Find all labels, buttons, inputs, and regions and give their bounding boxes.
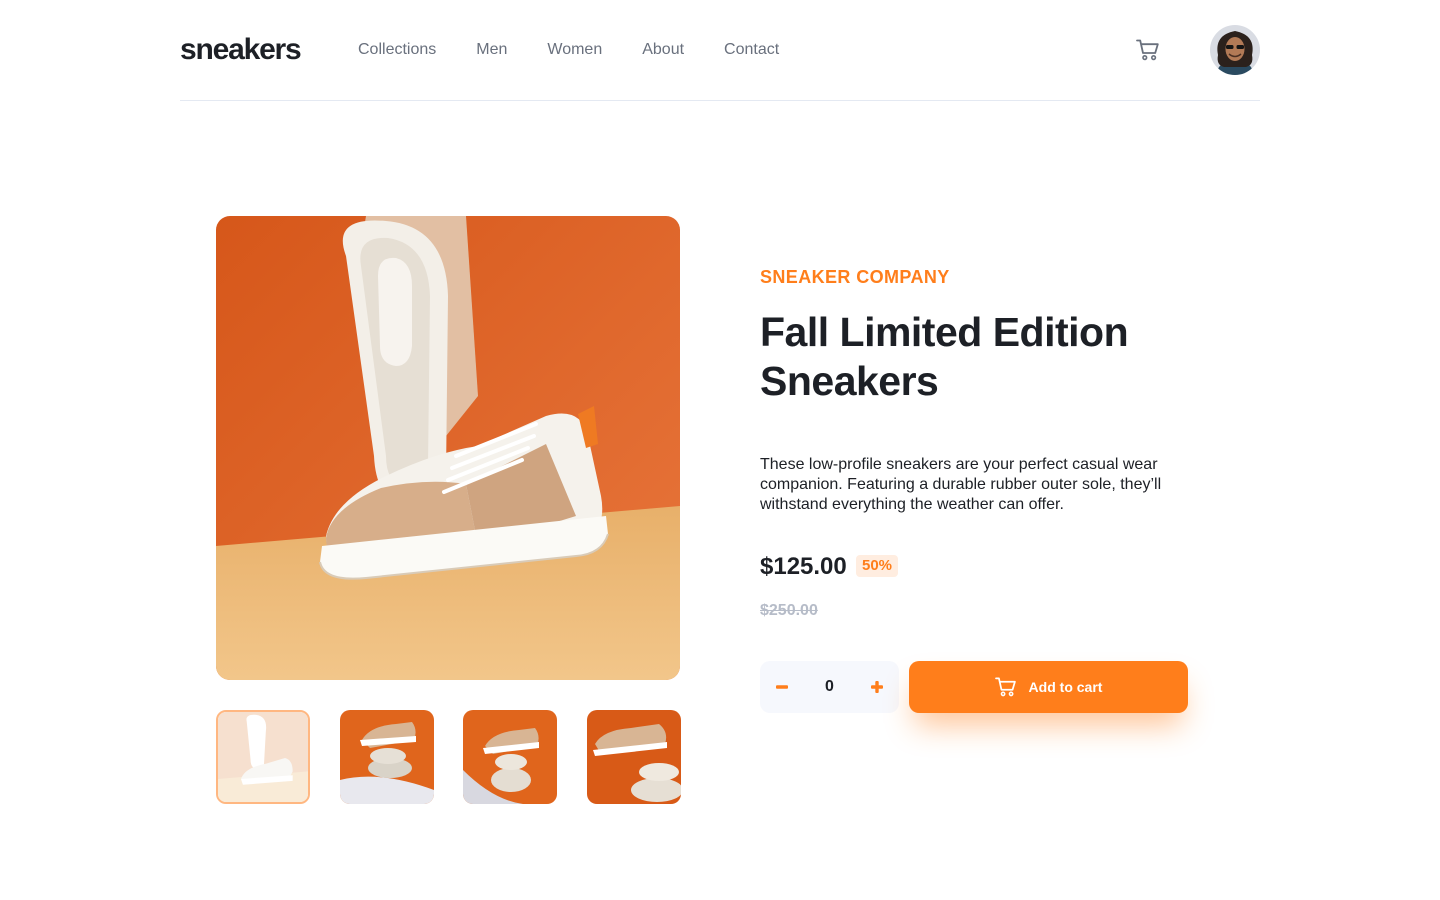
avatar[interactable] xyxy=(1210,25,1260,75)
thumbnail-4-image xyxy=(587,710,681,804)
quantity-stepper: 0 xyxy=(760,661,899,713)
thumbnail-1-image xyxy=(218,712,308,802)
nav-link-women[interactable]: Women xyxy=(547,40,602,60)
product-photo xyxy=(216,216,680,680)
product-description: These low-profile sneakers are your perf… xyxy=(760,456,1162,513)
current-price: $125.00 xyxy=(760,553,847,580)
avatar-image xyxy=(1210,25,1260,75)
logo[interactable]: sneakers xyxy=(180,32,302,68)
original-price: $250.00 xyxy=(760,602,818,619)
quantity-value[interactable]: 0 xyxy=(804,661,855,713)
thumbnail-4[interactable] xyxy=(587,710,681,804)
thumbnail-strip xyxy=(216,710,681,804)
nav-link-about[interactable]: About xyxy=(642,40,684,60)
site-header: sneakers Collections Men Women About Con… xyxy=(180,0,1260,101)
discount-badge: 50% xyxy=(856,555,899,577)
decrease-quantity-button[interactable] xyxy=(760,661,804,713)
thumbnail-3-image xyxy=(463,710,557,804)
main-nav: Collections Men Women About Contact xyxy=(358,40,779,60)
plus-icon xyxy=(871,681,883,693)
cart-button[interactable] xyxy=(1134,36,1162,64)
nav-link-collections[interactable]: Collections xyxy=(358,40,436,60)
nav-link-contact[interactable]: Contact xyxy=(724,40,779,60)
product-main-image[interactable] xyxy=(216,216,680,680)
add-to-cart-label: Add to cart xyxy=(1028,679,1103,695)
thumbnail-1[interactable] xyxy=(216,710,310,804)
company-name: SNEAKER COMPANY xyxy=(760,267,950,287)
nav-link-men[interactable]: Men xyxy=(476,40,507,60)
add-to-cart-button[interactable]: Add to cart xyxy=(909,661,1188,713)
increase-quantity-button[interactable] xyxy=(855,661,899,713)
thumbnail-2-image xyxy=(340,710,434,804)
thumbnail-3[interactable] xyxy=(463,710,557,804)
cart-icon xyxy=(994,677,1016,697)
thumbnail-2[interactable] xyxy=(340,710,434,804)
product-title: Fall Limited Edition Sneakers xyxy=(760,309,1129,404)
minus-icon xyxy=(776,685,788,689)
cart-icon xyxy=(1136,39,1159,61)
